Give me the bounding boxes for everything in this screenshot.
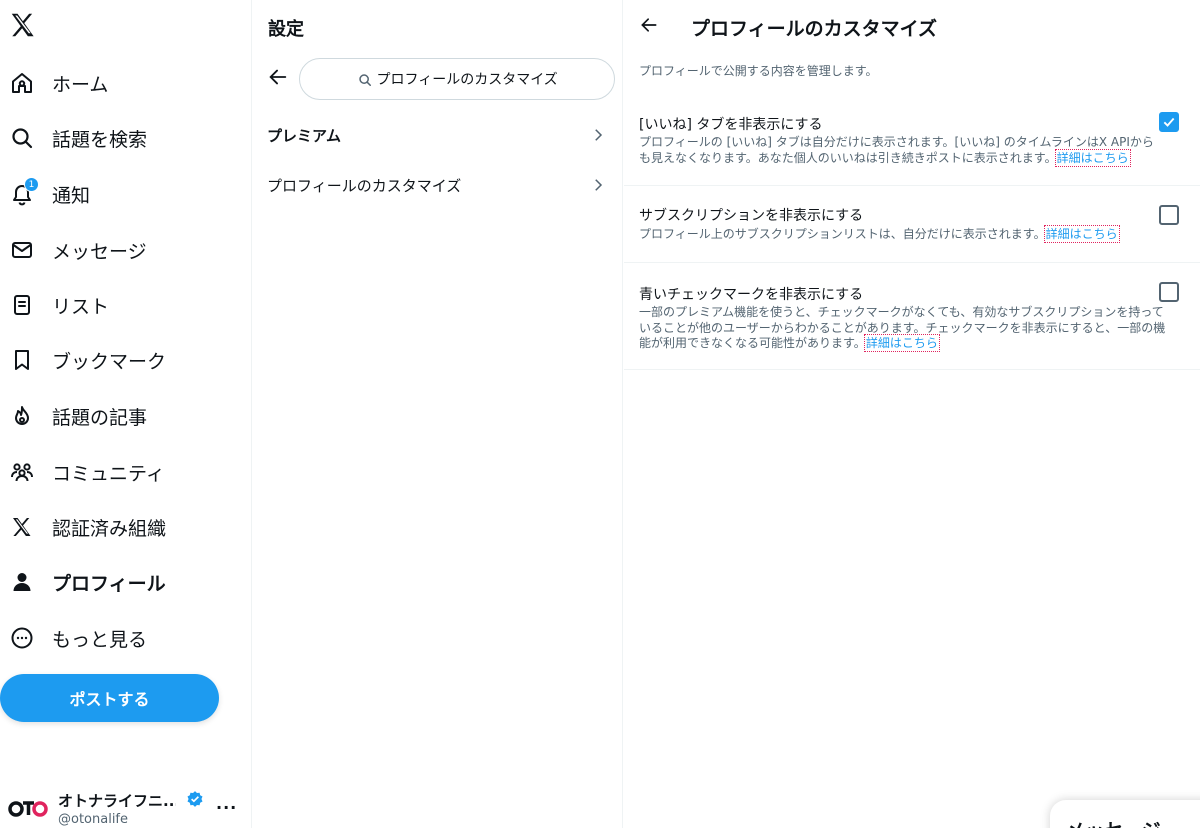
option-title: [いいね] タブを非表示にする — [639, 117, 823, 133]
settings-title: 設定 — [268, 19, 304, 40]
nav-label: コミュニティ — [52, 462, 165, 485]
more-circle-icon — [8, 624, 36, 652]
nav-item-explore[interactable]: 話題を検索 — [8, 116, 147, 160]
home-icon — [8, 69, 36, 97]
learn-more-link[interactable]: 詳細はこちら — [1054, 148, 1131, 167]
nav-item-home[interactable]: ホーム — [8, 61, 108, 105]
nav-item-more[interactable]: もっと見る — [8, 616, 147, 660]
option-title: サブスクリプションを非表示にする — [639, 208, 864, 224]
option-description: プロフィールの [いいね] タブは自分だけに表示されます。[いいね] のタイムラ… — [639, 135, 1154, 167]
verified-badge-icon — [186, 790, 204, 808]
person-icon — [8, 568, 36, 596]
messages-drawer[interactable]: メッセージ — [1050, 800, 1200, 828]
chevron-right-icon — [589, 176, 607, 194]
account-switcher[interactable]: オトナライフニ... @otonalife ... — [8, 786, 244, 828]
nav-label: 通知 — [52, 184, 91, 207]
nav-item-communities[interactable]: コミュニティ — [8, 450, 165, 494]
page-subtitle: プロフィールで公開する内容を管理します。 — [639, 64, 878, 78]
hide-subscriptions-checkbox[interactable] — [1159, 205, 1179, 225]
chevron-right-icon — [589, 126, 607, 144]
nav-label: ホーム — [52, 73, 109, 96]
back-arrow-icon[interactable] — [639, 15, 661, 37]
nav-label: もっと見る — [52, 628, 148, 651]
page-title: プロフィールのカスタマイズ — [691, 18, 938, 40]
nav-item-lists[interactable]: リスト — [8, 283, 109, 327]
nav-label: 話題を検索 — [52, 128, 148, 151]
nav-label: 認証済み組織 — [52, 517, 167, 540]
learn-more-link[interactable]: 詳細はこちら — [1043, 225, 1120, 243]
list-icon — [8, 291, 36, 319]
search-icon — [358, 72, 372, 87]
option-hide-likes: [いいね] タブを非表示にする プロフィールの [いいね] タブは自分だけに表示… — [624, 98, 1200, 186]
nav-item-trending-articles[interactable]: 話題の記事 — [8, 394, 147, 438]
nav-item-profile[interactable]: プロフィール — [8, 560, 166, 604]
nav-label: メッセージ — [52, 240, 147, 263]
nav-item-notifications[interactable]: 1 通知 — [8, 172, 90, 216]
settings-column: 設定 プレミアム プロフィールのカスタマイズ — [253, 0, 623, 828]
bell-icon: 1 — [8, 177, 39, 208]
option-description: 一部のプレミアム機能を使うと、チェックマークがなくても、有効なサブスクリプション… — [639, 305, 1166, 352]
nav-item-messages[interactable]: メッセージ — [8, 228, 147, 272]
messages-drawer-label: メッセージ — [1066, 816, 1161, 828]
search-icon — [8, 124, 36, 152]
settings-search[interactable] — [299, 58, 615, 100]
mail-icon — [8, 236, 36, 264]
option-description: プロフィール上のサブスクリプションリストは、自分だけに表示されます。詳細はこちら — [639, 225, 1120, 243]
nav-label: プロフィール — [52, 572, 166, 595]
nav-label: 話題の記事 — [52, 406, 148, 429]
post-button[interactable]: ポストする — [0, 674, 219, 722]
account-handle: @otonalife — [58, 812, 129, 827]
settings-row-label: プレミアム — [267, 126, 341, 145]
x-logo-icon[interactable] — [8, 10, 38, 40]
flame-icon — [8, 402, 36, 430]
x-logo-icon — [8, 513, 36, 541]
back-arrow-icon[interactable] — [267, 66, 291, 90]
nav-item-bookmarks[interactable]: ブックマーク — [8, 338, 166, 382]
primary-nav: ホーム 話題を検索 1 通知 メッセージ リスト ブックマーク 話題の記事 コミ… — [0, 0, 252, 828]
avatar — [8, 796, 48, 820]
people-icon — [8, 458, 36, 486]
option-title: 青いチェックマークを非表示にする — [639, 287, 864, 303]
hide-checkmark-checkbox[interactable] — [1159, 282, 1179, 302]
account-name: オトナライフニ... — [58, 792, 176, 810]
notification-badge: 1 — [24, 177, 39, 192]
settings-row-profile-customize[interactable]: プロフィールのカスタマイズ — [253, 161, 621, 209]
nav-label: ブックマーク — [52, 350, 167, 373]
settings-search-input[interactable] — [376, 71, 557, 87]
option-hide-subscriptions: サブスクリプションを非表示にする プロフィール上のサブスクリプションリストは、自… — [624, 187, 1200, 263]
detail-column: プロフィールのカスタマイズ プロフィールで公開する内容を管理します。 [いいね]… — [624, 0, 1200, 828]
hide-likes-checkbox[interactable] — [1159, 112, 1179, 132]
nav-label: リスト — [52, 295, 110, 318]
nav-item-verified-orgs[interactable]: 認証済み組織 — [8, 505, 166, 549]
learn-more-link[interactable]: 詳細はこちら — [863, 334, 940, 352]
settings-row-label: プロフィールのカスタマイズ — [267, 176, 462, 195]
account-more-icon[interactable]: ... — [216, 794, 237, 813]
bookmark-icon — [8, 346, 36, 374]
option-hide-checkmark: 青いチェックマークを非表示にする 一部のプレミアム機能を使うと、チェックマークが… — [624, 264, 1200, 370]
settings-row-premium[interactable]: プレミアム — [253, 111, 621, 159]
